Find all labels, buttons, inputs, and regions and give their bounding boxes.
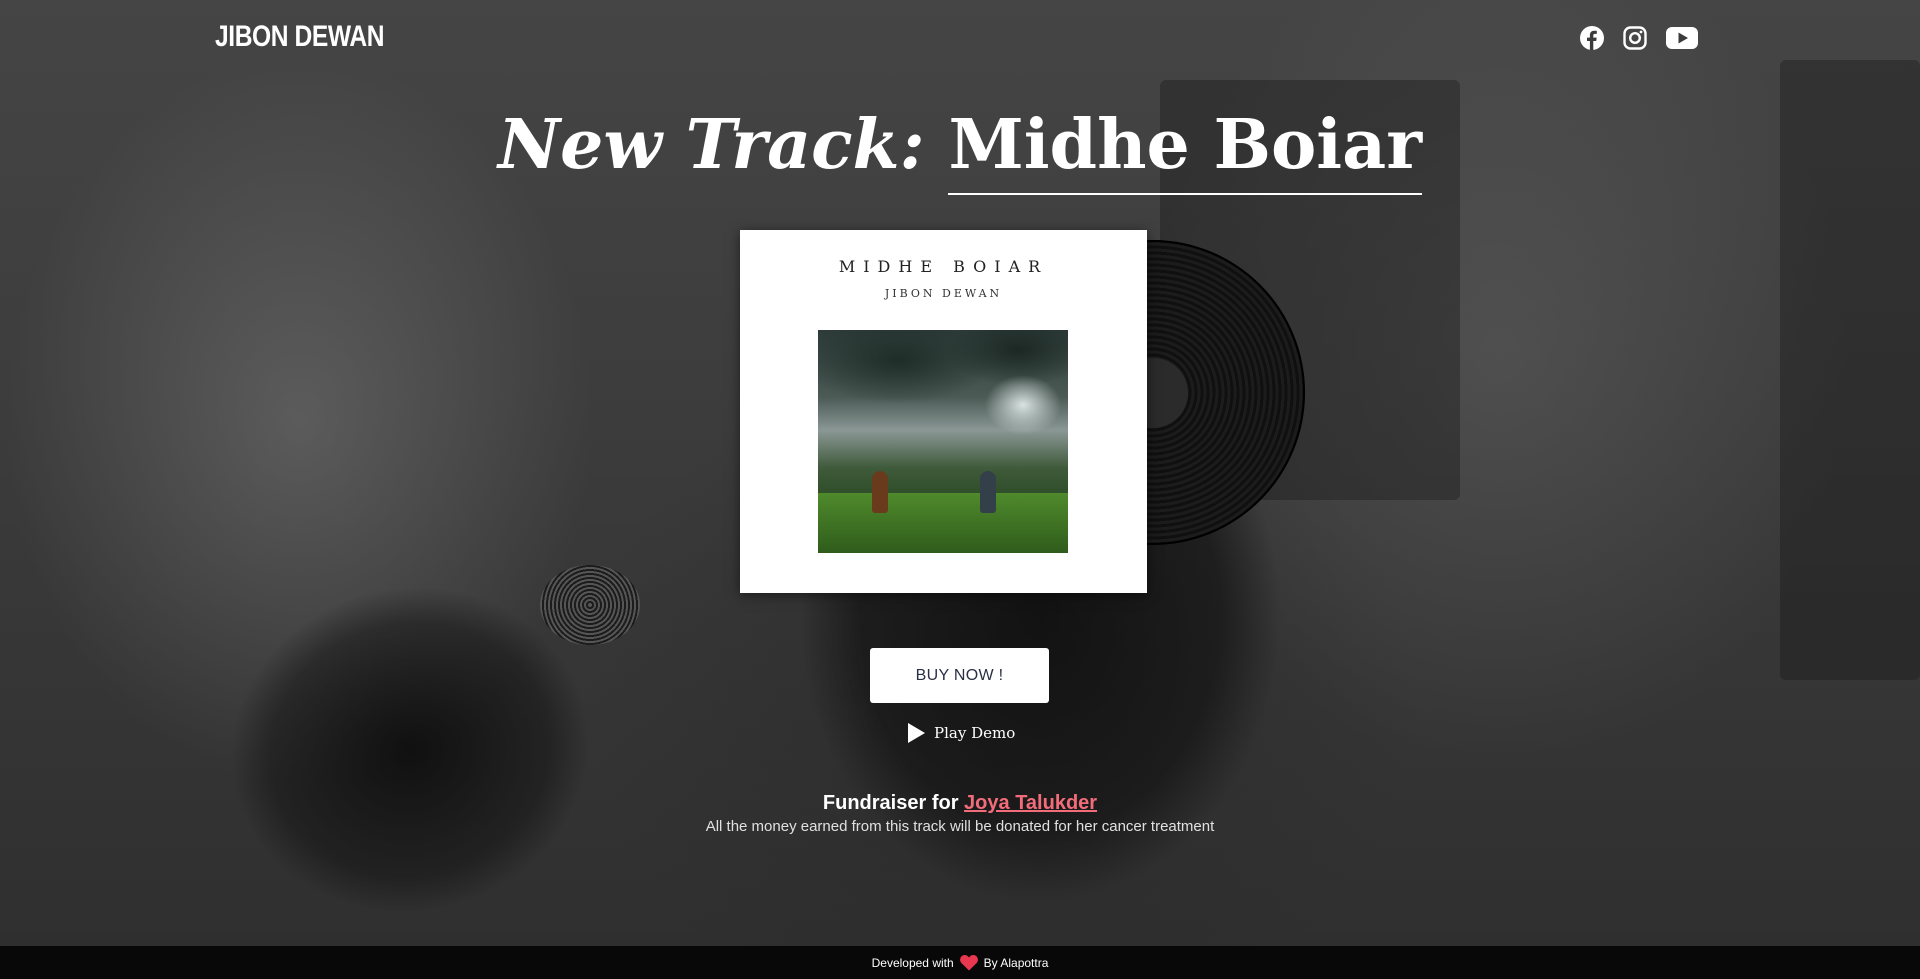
footer-developed-with: Developed with bbox=[871, 955, 954, 970]
facebook-icon[interactable] bbox=[1580, 26, 1604, 55]
heart-icon bbox=[959, 954, 978, 970]
artwork-figure bbox=[872, 471, 888, 513]
artwork-figure bbox=[980, 471, 996, 513]
play-icon bbox=[908, 723, 925, 743]
page-title: New Track: Midhe Boiar bbox=[0, 103, 1920, 195]
cover-title: MIDHE BOIAR bbox=[838, 257, 1049, 276]
fundraiser-heading: Fundraiser for Joya Talukder bbox=[0, 792, 1920, 815]
play-demo-label: Play Demo bbox=[934, 724, 1016, 742]
cover-artwork bbox=[818, 330, 1068, 553]
site-logo[interactable]: JIBON DEWAN bbox=[215, 20, 384, 54]
fundraiser-prefix: Fundraiser for bbox=[822, 792, 959, 814]
fundraiser-note: All the money earned from this track wil… bbox=[705, 818, 1215, 835]
fundraiser-name-link[interactable]: Joya Talukder bbox=[964, 792, 1097, 814]
play-demo-button[interactable]: Play Demo bbox=[906, 722, 1015, 744]
album-cover: MIDHE BOIAR JIBON DEWAN bbox=[740, 230, 1147, 593]
instagram-icon[interactable] bbox=[1623, 26, 1647, 55]
footer: Developed with By Alapottra bbox=[0, 946, 1920, 979]
footer-credit[interactable]: By Alapottra bbox=[984, 956, 1049, 970]
cover-artist: JIBON DEWAN bbox=[884, 287, 1003, 300]
buy-now-button[interactable]: BUY NOW ! bbox=[870, 648, 1049, 703]
youtube-icon[interactable] bbox=[1666, 26, 1698, 55]
background-microphone bbox=[540, 565, 640, 645]
title-lead: New Track: bbox=[497, 105, 925, 185]
social-links bbox=[1580, 26, 1698, 55]
title-track-name: Midhe Boiar bbox=[948, 103, 1423, 195]
